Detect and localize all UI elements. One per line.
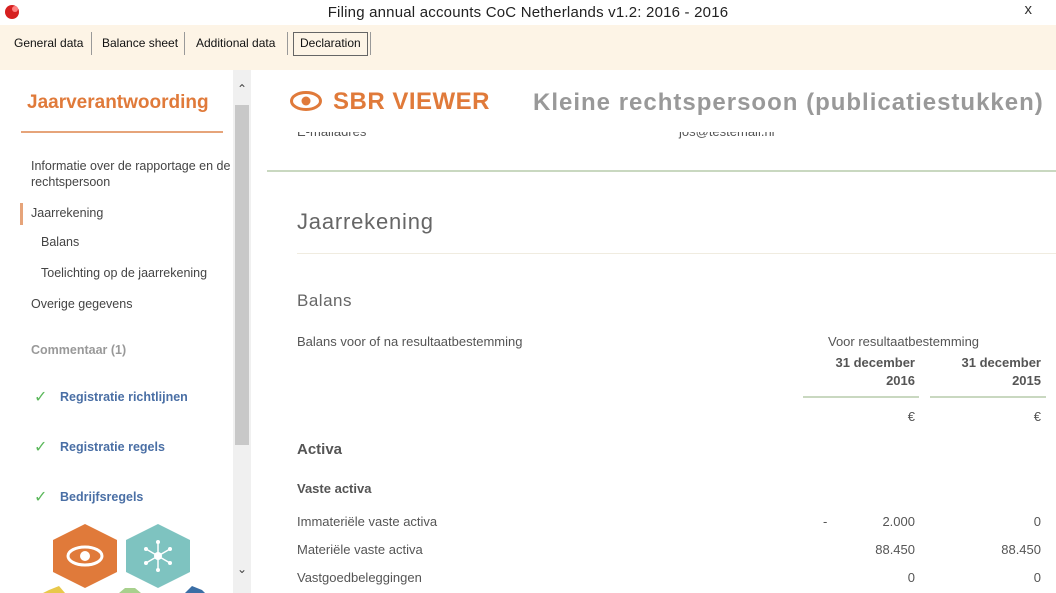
tab-separator — [370, 32, 371, 55]
tab-balance-sheet[interactable]: Balance sheet — [102, 33, 178, 55]
currency-2016: € — [907, 409, 915, 424]
sidebar-item-balans[interactable]: Balans — [41, 234, 79, 250]
tab-separator — [287, 32, 288, 55]
sidebar-item-jaarrekening[interactable]: Jaarrekening — [20, 203, 103, 225]
column-header-2016: 31 december 2016 — [795, 354, 916, 390]
activa-heading: Activa — [297, 441, 343, 458]
scroll-down-icon[interactable]: ⌄ — [233, 562, 251, 576]
row-value-2016: 2.000 — [882, 514, 915, 529]
check-icon: ✓ — [34, 489, 48, 506]
row-label: Immateriële vaste activa — [297, 514, 438, 529]
validator-registratie-regels[interactable]: Registratie regels — [60, 440, 165, 454]
currency-2015: € — [1033, 409, 1041, 424]
main-content: SBR VIEWER Kleine rechtspersoon (publica… — [251, 70, 1056, 593]
sidebar-scrollbar[interactable]: ⌃ ⌄ — [233, 70, 251, 593]
section-title: Jaarrekening — [297, 209, 434, 234]
scroll-up-icon[interactable]: ⌃ — [233, 82, 251, 96]
title-bar: Filing annual accounts CoC Netherlands v… — [0, 0, 1056, 25]
row-value-2016: 0 — [907, 570, 915, 585]
sidebar-item-toelichting[interactable]: Toelichting op de jaarrekening — [41, 265, 207, 281]
window-title: Filing annual accounts CoC Netherlands v… — [327, 4, 729, 21]
hexagon-logo-icon — [43, 524, 205, 593]
validator-registratie-richtlijnen[interactable]: Registratie richtlijnen — [60, 390, 188, 404]
tab-declaration[interactable]: Declaration — [293, 32, 368, 56]
vaste-activa-heading: Vaste activa — [297, 481, 372, 496]
tab-separator — [91, 32, 92, 55]
eye-icon — [290, 91, 322, 111]
tab-additional-data[interactable]: Additional data — [196, 33, 275, 55]
tab-separator — [184, 32, 185, 55]
subsection-title: Balans — [297, 291, 352, 310]
column-year: 2015 — [1012, 373, 1041, 388]
row-value-2016: 88.450 — [875, 542, 915, 557]
column-year: 2016 — [886, 373, 915, 388]
column-divider — [803, 396, 919, 398]
balance-type-label: Balans voor of na resultaatbestemming — [297, 334, 523, 349]
section-divider — [267, 170, 1056, 172]
scroll-thumb[interactable] — [235, 105, 249, 445]
close-icon[interactable]: x — [1025, 1, 1033, 18]
check-icon: ✓ — [34, 439, 48, 456]
row-value-2015: 88.450 — [1001, 542, 1041, 557]
balance-type-value: Voor resultaatbestemming — [828, 334, 980, 349]
validator-bedrijfsregels[interactable]: Bedrijfsregels — [60, 490, 143, 504]
brand-name: SBR VIEWER — [333, 88, 491, 115]
sidebar-item-commentaar[interactable]: Commentaar (1) — [31, 342, 126, 358]
sidebar: Jaarverantwoording Informatie over de ra… — [0, 70, 233, 593]
document-title: Kleine rechtspersoon (publicatiestukken) — [533, 89, 1044, 116]
row-value-2015: 0 — [1033, 570, 1041, 585]
sidebar-heading: Jaarverantwoording — [27, 92, 209, 113]
row-label: Materiële vaste activa — [297, 542, 423, 557]
viewer-banner: SBR VIEWER Kleine rechtspersoon (publica… — [251, 70, 1056, 132]
column-divider — [930, 396, 1046, 398]
sidebar-item-informatie[interactable]: Informatie over de rapportage en de rech… — [31, 158, 236, 190]
row-value-2015: 0 — [1033, 514, 1041, 529]
check-icon: ✓ — [34, 389, 48, 406]
column-header-2015: 31 december 2015 — [921, 354, 1042, 390]
title-divider — [297, 253, 1056, 254]
sidebar-item-overige-gegevens[interactable]: Overige gegevens — [31, 296, 132, 312]
tab-general-data[interactable]: General data — [14, 33, 83, 55]
column-date: 31 december — [961, 355, 1042, 370]
tab-bar: General data Balance sheet Additional da… — [0, 25, 1056, 70]
column-date: 31 december — [835, 355, 916, 370]
row-label: Vastgoedbeleggingen — [297, 570, 422, 585]
sidebar-divider — [21, 131, 223, 133]
